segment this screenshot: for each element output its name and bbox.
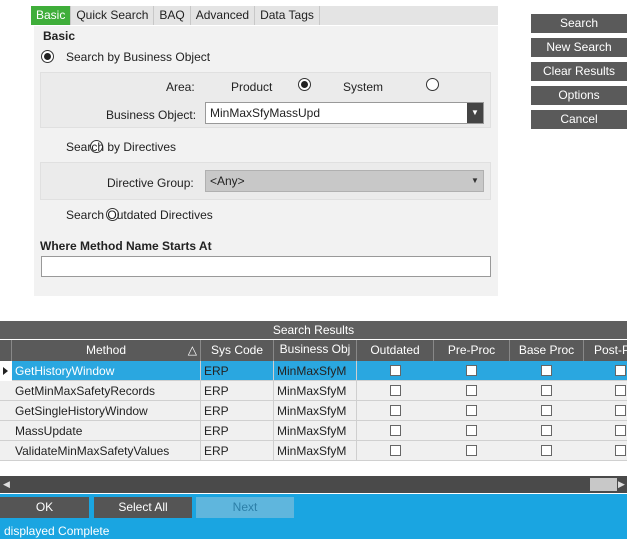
base-proc-checkbox[interactable] <box>541 365 552 376</box>
post-proc-checkbox[interactable] <box>615 365 626 376</box>
tab-data-tags[interactable]: Data Tags <box>255 6 320 25</box>
business-object-label: Business Object: <box>106 108 197 122</box>
cell-sys-code: ERP <box>201 381 274 401</box>
search-tabs: Basic Quick Search BAQ Advanced Data Tag… <box>31 6 498 25</box>
base-proc-checkbox[interactable] <box>541 425 552 436</box>
pre-proc-checkbox[interactable] <box>466 405 477 416</box>
next-button[interactable]: Next <box>196 497 294 518</box>
cell-method: MassUpdate <box>12 421 201 441</box>
cell-method: ValidateMinMaxSafetyValues <box>12 441 201 461</box>
col-header-pre-proc[interactable]: Pre-Proc <box>434 340 510 361</box>
scroll-left-icon[interactable]: ◀ <box>3 476 10 493</box>
search-button[interactable]: Search <box>531 14 627 33</box>
area-system-radio[interactable] <box>425 78 439 91</box>
basic-group-title: Basic <box>43 29 76 43</box>
cell-sys-code: ERP <box>201 361 274 381</box>
outdated-checkbox[interactable] <box>390 405 401 416</box>
where-method-title: Where Method Name Starts At <box>40 239 212 253</box>
pre-proc-checkbox[interactable] <box>466 445 477 456</box>
ok-button[interactable]: OK <box>0 497 89 518</box>
scrollbar-thumb[interactable] <box>590 478 617 491</box>
tab-basic[interactable]: Basic <box>31 6 72 25</box>
post-proc-checkbox[interactable] <box>615 425 626 436</box>
tab-baq[interactable]: BAQ <box>154 6 191 25</box>
table-row[interactable]: GetSingleHistoryWindow ERP MinMaxSfyM <box>0 401 627 421</box>
scroll-right-icon[interactable]: ▶ <box>618 476 625 493</box>
area-system-label: System <box>343 80 384 94</box>
cell-sys-code: ERP <box>201 401 274 421</box>
cell-sys-code: ERP <box>201 441 274 461</box>
by-business-object-radio[interactable] <box>41 50 54 63</box>
row-selector[interactable] <box>0 401 12 421</box>
where-method-input[interactable] <box>41 256 491 277</box>
outdated-checkbox[interactable] <box>390 385 401 396</box>
base-proc-checkbox[interactable] <box>541 445 552 456</box>
tab-advanced[interactable]: Advanced <box>191 6 256 25</box>
cell-business-obj: MinMaxSfyM <box>274 401 357 421</box>
pre-proc-checkbox[interactable] <box>466 365 477 376</box>
by-directives-label: Search by Directives <box>66 140 177 154</box>
tab-quick-search[interactable]: Quick Search <box>71 6 155 25</box>
cell-sys-code: ERP <box>201 421 274 441</box>
table-row[interactable]: MassUpdate ERP MinMaxSfyM <box>0 421 627 441</box>
area-product-label: Product <box>231 80 273 94</box>
outdated-checkbox[interactable] <box>390 425 401 436</box>
row-selector[interactable] <box>0 441 12 461</box>
table-row[interactable]: ValidateMinMaxSafetyValues ERP MinMaxSfy… <box>0 441 627 461</box>
pre-proc-checkbox[interactable] <box>466 385 477 396</box>
col-header-sys-code[interactable]: Sys Code <box>201 340 274 361</box>
options-button[interactable]: Options <box>531 86 627 105</box>
sort-ascending-icon: △ <box>187 343 197 357</box>
base-proc-checkbox[interactable] <box>541 385 552 396</box>
chevron-down-icon[interactable]: ▼ <box>467 171 483 191</box>
post-proc-checkbox[interactable] <box>615 405 626 416</box>
status-displayed: displayed <box>4 524 55 538</box>
cell-method: GetSingleHistoryWindow <box>12 401 201 421</box>
chevron-down-icon[interactable]: ▼ <box>467 103 483 123</box>
business-object-value: MinMaxSfyMassUpd <box>210 106 321 120</box>
directive-group-select[interactable]: <Any> ▼ <box>205 170 484 192</box>
table-row[interactable]: GetMinMaxSafetyRecords ERP MinMaxSfyM <box>0 381 627 401</box>
area-label: Area: <box>166 80 195 94</box>
col-header-method[interactable]: Method △ <box>12 340 201 361</box>
cell-business-obj: MinMaxSfyM <box>274 361 357 381</box>
horizontal-scrollbar[interactable]: ◀ ▶ <box>0 476 627 493</box>
base-proc-checkbox[interactable] <box>541 405 552 416</box>
cancel-button[interactable]: Cancel <box>531 110 627 129</box>
pre-proc-checkbox[interactable] <box>466 425 477 436</box>
col-header-business-obj[interactable]: Business Obj <box>274 340 357 361</box>
select-all-button[interactable]: Select All <box>94 497 192 518</box>
col-header-outdated[interactable]: Outdated <box>357 340 434 361</box>
table-row[interactable]: GetHistoryWindow ERP MinMaxSfyM <box>0 361 627 381</box>
outdated-directives-label: Search Outdated Directives <box>66 208 213 222</box>
directive-group-value: <Any> <box>210 174 245 188</box>
outdated-checkbox[interactable] <box>390 445 401 456</box>
row-selector[interactable] <box>0 421 12 441</box>
new-search-button[interactable]: New Search <box>531 38 627 57</box>
cell-method: GetMinMaxSafetyRecords <box>12 381 201 401</box>
by-business-object-label: Search by Business Object <box>66 50 211 64</box>
post-proc-checkbox[interactable] <box>615 385 626 396</box>
status-text: displayed Complete <box>4 524 109 538</box>
clear-results-button[interactable]: Clear Results <box>531 62 627 81</box>
current-row-indicator-icon <box>0 361 12 381</box>
search-results-title: Search Results <box>0 321 627 339</box>
col-header-method-label: Method <box>85 343 127 357</box>
post-proc-checkbox[interactable] <box>615 445 626 456</box>
cell-business-obj: MinMaxSfyM <box>274 421 357 441</box>
cell-business-obj: MinMaxSfyM <box>274 381 357 401</box>
business-object-select[interactable]: MinMaxSfyMassUpd ▼ <box>205 102 484 124</box>
cell-method: GetHistoryWindow <box>12 361 201 381</box>
directive-group-label: Directive Group: <box>107 176 194 190</box>
cell-business-obj: MinMaxSfyM <box>274 441 357 461</box>
col-header-post-proc[interactable]: Post-P <box>584 340 627 361</box>
row-selector-header <box>0 340 12 361</box>
row-selector[interactable] <box>0 381 12 401</box>
col-header-base-proc[interactable]: Base Proc <box>510 340 584 361</box>
status-complete: Complete <box>58 524 110 538</box>
outdated-checkbox[interactable] <box>390 365 401 376</box>
